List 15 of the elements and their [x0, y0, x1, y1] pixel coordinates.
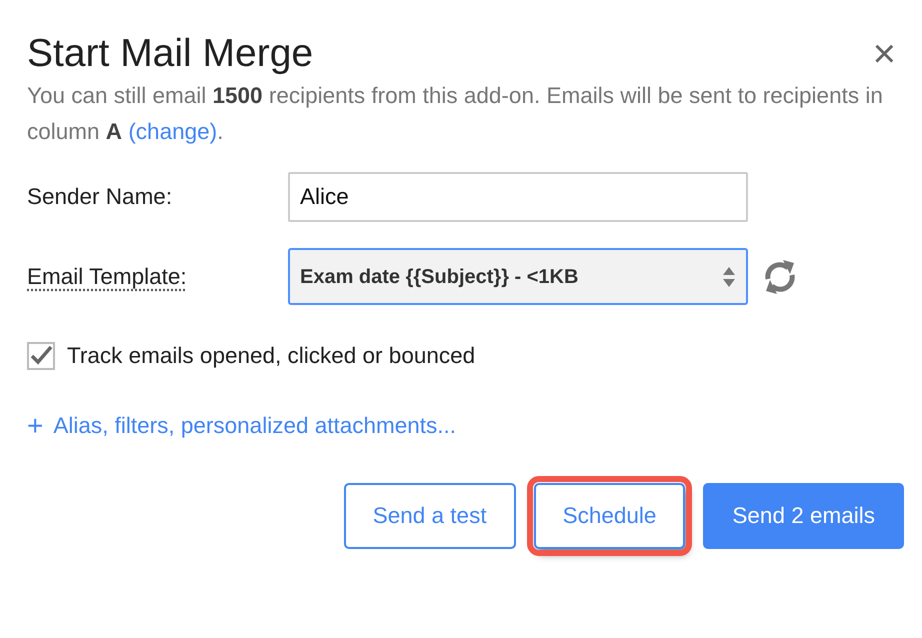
- field-label: Email Template:: [27, 262, 188, 291]
- plus-icon: +: [27, 414, 44, 438]
- template-select[interactable]: Exam date {{Subject}} - <1KB: [288, 248, 748, 305]
- sender-name-field[interactable]: Alice: [288, 172, 748, 222]
- intro-text: You can still email 1500 recipients from this add-on. Emails will be sent to recipients in column A (change).: [27, 82, 884, 146]
- options-link[interactable]: + Alias, filters, personalized attachments...: [27, 408, 456, 442]
- updown-icon: [722, 266, 736, 288]
- checkbox-label: Track emails opened, clicked or bounced: [67, 342, 476, 370]
- action-button[interactable]: Send a test: [344, 482, 516, 548]
- field-label: Sender Name:: [27, 183, 174, 212]
- close-button[interactable]: ×: [864, 34, 904, 74]
- checkbox[interactable]: [27, 342, 55, 370]
- dialog-title: Start Mail Merge: [27, 31, 314, 77]
- action-button[interactable]: Send 2 emails: [703, 482, 904, 548]
- change-link[interactable]: (change): [128, 119, 218, 144]
